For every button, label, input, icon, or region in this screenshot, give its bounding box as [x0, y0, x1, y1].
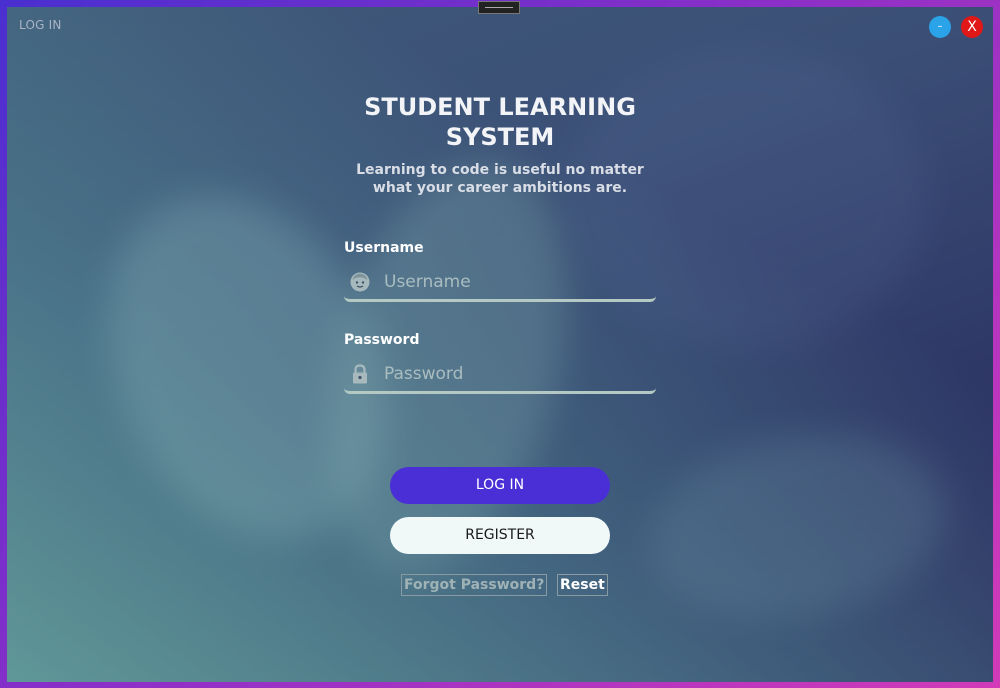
close-button[interactable]: X	[961, 16, 983, 38]
username-input[interactable]	[382, 266, 646, 298]
username-label: Username	[344, 240, 424, 256]
password-label: Password	[344, 332, 420, 348]
forgot-password-link[interactable]: Forgot Password?	[401, 574, 548, 596]
reset-button[interactable]: Reset	[557, 574, 608, 596]
password-field-container	[344, 354, 656, 394]
minimize-button[interactable]: –	[929, 16, 951, 38]
password-input[interactable]	[382, 358, 646, 390]
drag-handle[interactable]	[478, 1, 520, 14]
lock-icon	[353, 364, 367, 384]
page-title: STUDENT LEARNING SYSTEM	[364, 93, 636, 151]
face-icon	[350, 272, 370, 292]
register-button[interactable]: REGISTER	[390, 517, 610, 554]
username-field-container	[344, 262, 656, 302]
login-content: LOG IN – X STUDENT LEARNING SYSTEM Learn…	[0, 0, 1000, 688]
window-title: LOG IN	[19, 18, 62, 32]
login-button[interactable]: LOG IN	[390, 467, 610, 504]
page-subtitle: Learning to code is useful no matter wha…	[356, 162, 644, 196]
